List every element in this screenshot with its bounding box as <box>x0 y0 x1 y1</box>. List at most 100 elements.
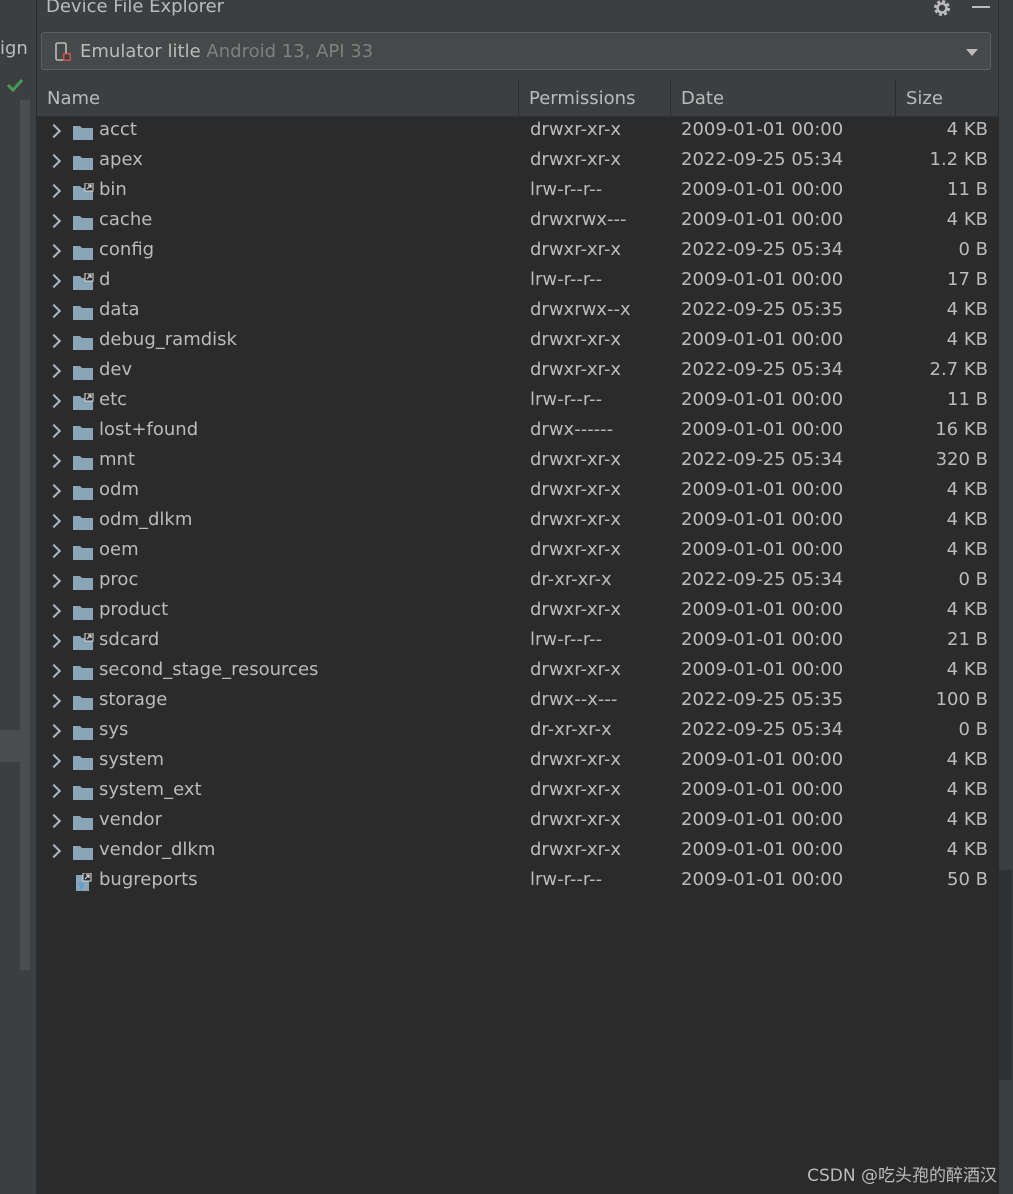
table-row[interactable]: ? bugreports lrw-r--r-- 2009-01-01 00:00 50 … <box>37 867 999 897</box>
file-size: 4 KB <box>946 809 988 830</box>
chevron-right-icon[interactable] <box>46 783 62 799</box>
chevron-right-icon[interactable] <box>46 213 62 229</box>
chevron-right-icon[interactable] <box>46 183 62 199</box>
file-name: bin <box>99 179 127 200</box>
chevron-right-icon[interactable] <box>46 243 62 259</box>
table-row[interactable]: dev drwxr-xr-x 2022-09-25 05:34 2.7 KB <box>37 357 999 387</box>
minimize-icon[interactable] <box>972 6 990 8</box>
chevron-right-icon[interactable] <box>46 603 62 619</box>
table-row[interactable]: mnt drwxr-xr-x 2022-09-25 05:34 320 B <box>37 447 999 477</box>
left-scrollbar[interactable] <box>20 100 30 970</box>
table-row[interactable]: lost+found drwx------ 2009-01-01 00:00 16 K… <box>37 417 999 447</box>
checkmark-icon <box>6 78 24 93</box>
table-row[interactable]: storage drwx--x--- 2022-09-25 05:35 100 B <box>37 687 999 717</box>
table-row[interactable]: odm drwxr-xr-x 2009-01-01 00:00 4 KB <box>37 477 999 507</box>
table-row[interactable]: config drwxr-xr-x 2022-09-25 05:34 0 B <box>37 237 999 267</box>
file-date: 2022-09-25 05:34 <box>681 719 844 740</box>
file-date: 2009-01-01 00:00 <box>681 119 844 140</box>
file-size: 4 KB <box>946 329 988 350</box>
chevron-right-icon[interactable] <box>46 303 62 319</box>
table-row[interactable]: proc dr-xr-xr-x 2022-09-25 05:34 0 B <box>37 567 999 597</box>
table-row[interactable]: odm_dlkm drwxr-xr-x 2009-01-01 00:00 4 KB <box>37 507 999 537</box>
chevron-right-icon[interactable] <box>46 363 62 379</box>
chevron-right-icon[interactable] <box>46 453 62 469</box>
file-name: d <box>99 269 111 290</box>
chevron-right-icon[interactable] <box>46 333 62 349</box>
panel-title: Device File Explorer <box>46 0 225 17</box>
column-header-permissions[interactable]: Permissions <box>519 80 671 116</box>
file-name: etc <box>99 389 128 410</box>
file-permissions: drwxr-xr-x <box>530 149 621 170</box>
table-row[interactable]: bin lrw-r--r-- 2009-01-01 00:00 11 B <box>37 177 999 207</box>
file-permissions: drwxr-xr-x <box>530 749 621 770</box>
right-active-tab[interactable] <box>999 870 1012 1080</box>
device-selector[interactable]: Emulator litle Android 13, API 33 <box>41 32 991 70</box>
column-header-name[interactable]: Name <box>37 80 519 116</box>
chevron-right-icon[interactable] <box>46 123 62 139</box>
file-date: 2009-01-01 00:00 <box>681 629 844 650</box>
chevron-right-icon[interactable] <box>46 723 62 739</box>
file-name: lost+found <box>99 419 199 440</box>
file-permissions: drwx--x--- <box>530 689 618 710</box>
table-row[interactable]: acct drwxr-xr-x 2009-01-01 00:00 4 KB <box>37 117 999 147</box>
folder-icon <box>73 576 93 590</box>
column-header-size[interactable]: Size <box>896 80 999 116</box>
device-detail: Android 13, API 33 <box>206 41 374 62</box>
table-row[interactable]: data drwxrwx--x 2022-09-25 05:35 4 KB <box>37 297 999 327</box>
table-row[interactable]: system_ext drwxr-xr-x 2009-01-01 00:00 4 KB <box>37 777 999 807</box>
file-name: cache <box>99 209 153 230</box>
table-row[interactable]: d lrw-r--r-- 2009-01-01 00:00 17 B <box>37 267 999 297</box>
file-permissions: drwxr-xr-x <box>530 809 621 830</box>
chevron-right-icon[interactable] <box>46 543 62 559</box>
chevron-right-icon[interactable] <box>46 273 62 289</box>
file-date: 2022-09-25 05:34 <box>681 359 844 380</box>
file-size: 21 B <box>947 629 988 650</box>
folder-icon <box>73 366 93 380</box>
table-row[interactable]: second_stage_resources drwxr-xr-x 2009-01-… <box>37 657 999 687</box>
table-row[interactable]: etc lrw-r--r-- 2009-01-01 00:00 11 B <box>37 387 999 417</box>
chevron-right-icon[interactable] <box>46 813 62 829</box>
table-row[interactable]: sys dr-xr-xr-x 2022-09-25 05:34 0 B <box>37 717 999 747</box>
chevron-right-icon[interactable] <box>46 663 62 679</box>
file-name: system <box>99 749 165 770</box>
device-name: Emulator litle <box>80 41 201 62</box>
chevron-right-icon[interactable] <box>46 513 62 529</box>
column-header-date[interactable]: Date <box>671 80 896 116</box>
file-size: 4 KB <box>946 599 988 620</box>
file-size: 16 KB <box>935 419 988 440</box>
chevron-right-icon[interactable] <box>46 573 62 589</box>
left-tab-label[interactable]: ign <box>0 38 28 59</box>
folder-icon <box>73 516 93 530</box>
file-permissions: drwxrwx--x <box>530 299 631 320</box>
file-permissions: lrw-r--r-- <box>530 869 603 890</box>
chevron-right-icon[interactable] <box>46 693 62 709</box>
file-size: 4 KB <box>946 659 988 680</box>
table-row[interactable]: product drwxr-xr-x 2009-01-01 00:00 4 KB <box>37 597 999 627</box>
chevron-right-icon[interactable] <box>46 843 62 859</box>
gear-icon[interactable] <box>932 0 952 18</box>
chevron-right-icon[interactable] <box>46 153 62 169</box>
folder-link-icon <box>73 183 94 200</box>
chevron-down-icon[interactable] <box>966 49 978 56</box>
file-size: 4 KB <box>946 779 988 800</box>
file-date: 2022-09-25 05:34 <box>681 239 844 260</box>
file-permissions: drwxrwx--- <box>530 209 627 230</box>
chevron-right-icon[interactable] <box>46 633 62 649</box>
file-date: 2009-01-01 00:00 <box>681 749 844 770</box>
table-row[interactable]: oem drwxr-xr-x 2009-01-01 00:00 4 KB <box>37 537 999 567</box>
table-row[interactable]: cache drwxrwx--- 2009-01-01 00:00 4 KB <box>37 207 999 237</box>
table-row[interactable]: debug_ramdisk drwxr-xr-x 2009-01-01 00:00 4… <box>37 327 999 357</box>
file-name: mnt <box>99 449 135 470</box>
chevron-right-icon[interactable] <box>46 423 62 439</box>
chevron-right-icon[interactable] <box>46 393 62 409</box>
chevron-right-icon[interactable] <box>46 753 62 769</box>
file-permissions: drwxr-xr-x <box>530 119 621 140</box>
table-row[interactable]: apex drwxr-xr-x 2022-09-25 05:34 1.2 KB <box>37 147 999 177</box>
table-row[interactable]: vendor_dlkm drwxr-xr-x 2009-01-01 00:00 4 K… <box>37 837 999 867</box>
chevron-right-icon[interactable] <box>46 483 62 499</box>
file-size: 320 B <box>935 449 988 470</box>
table-row[interactable]: system drwxr-xr-x 2009-01-01 00:00 4 KB <box>37 747 999 777</box>
table-header: Name Permissions Date Size <box>37 80 999 117</box>
table-row[interactable]: vendor drwxr-xr-x 2009-01-01 00:00 4 KB <box>37 807 999 837</box>
table-row[interactable]: sdcard lrw-r--r-- 2009-01-01 00:00 21 B <box>37 627 999 657</box>
